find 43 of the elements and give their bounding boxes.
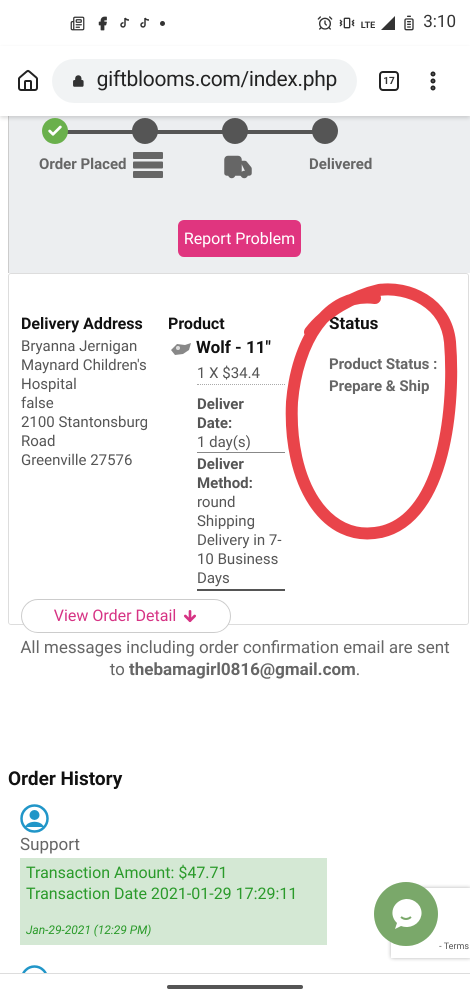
address-line: Greenville 27576	[21, 451, 132, 470]
delivery-method-value: round Shipping Delivery in 7-10 Business Days	[197, 493, 282, 588]
address-line: 2100 Stantonsburg Road	[21, 413, 150, 451]
vibrate-icon	[338, 15, 355, 31]
view-order-detail-button[interactable]: View Order Detail	[21, 599, 231, 633]
address-line: false	[21, 394, 54, 413]
list-icon	[133, 152, 163, 178]
news-icon	[70, 16, 85, 30]
user-avatar-icon	[20, 804, 49, 832]
tab-count-button[interactable]: 17	[379, 71, 399, 91]
transaction-line: Transaction Date 2021-01-29 17:29:11	[26, 883, 298, 904]
delivery-date-value: 1 day(s)	[197, 433, 252, 452]
home-icon[interactable]	[16, 69, 40, 93]
url-text: giftblooms.com/index.php	[96, 67, 337, 94]
product-name: Wolf - 11"	[196, 337, 271, 360]
address-line: Bryanna Jernigan	[21, 337, 138, 356]
column-heading: Status	[329, 313, 380, 336]
report-problem-button[interactable]: Report Problem	[178, 220, 302, 257]
network-label: LTE	[360, 20, 376, 34]
lock-icon	[72, 74, 85, 88]
product-thumbnail-icon	[169, 340, 193, 357]
alarm-icon	[316, 15, 333, 31]
product-price: 1 X $34.4	[197, 362, 285, 385]
clock: 3:10	[423, 11, 456, 34]
signal-icon	[381, 16, 396, 30]
entry-author: Support	[20, 834, 80, 856]
dot-icon	[160, 20, 165, 26]
transaction-line: Transaction Amount: $47.71	[26, 862, 229, 883]
history-title: Order History	[8, 766, 124, 792]
column-heading: Product	[168, 313, 226, 335]
column-heading: Delivery Address	[21, 313, 144, 335]
message-time: Jan-29-2021 (12:29 PM)	[26, 922, 152, 939]
delivery-date-label: Deliver Date:	[197, 395, 245, 433]
music-note-icon	[120, 17, 130, 29]
status-value: Prepare & Ship	[329, 376, 430, 397]
music-note-icon	[140, 17, 150, 29]
step-label: Order Placed	[39, 155, 126, 173]
step-label: Delivered	[309, 155, 372, 173]
address-bar[interactable]: giftblooms.com/index.php	[52, 59, 357, 103]
status-label: Product Status :	[329, 354, 438, 374]
notice-text: All messages including order confirmation email are sent to thebamagirl0816@gmail.com.	[19, 637, 451, 681]
recaptcha-terms-link[interactable]: - Terms	[439, 940, 469, 954]
delivery-method-label: Deliver Method:	[197, 455, 254, 493]
